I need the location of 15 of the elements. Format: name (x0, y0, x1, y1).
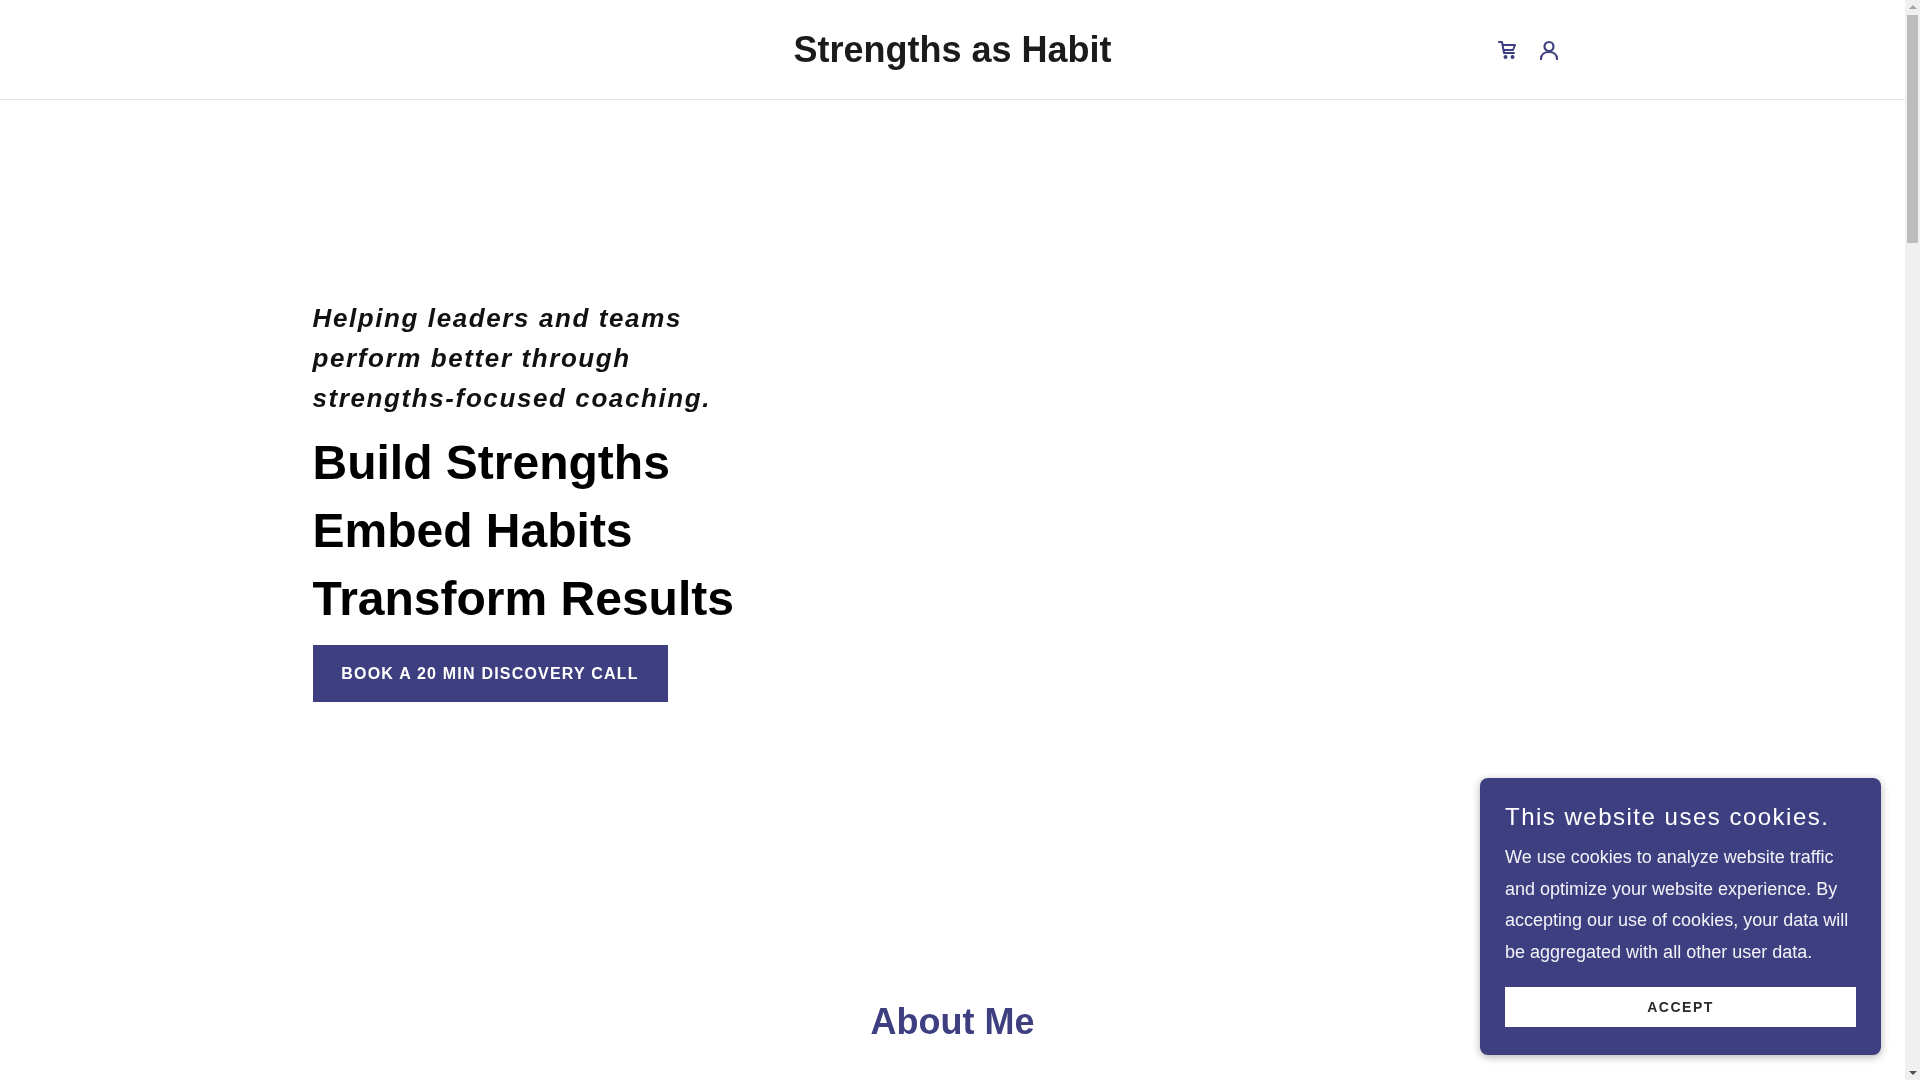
about-heading: About Me (870, 1000, 1035, 1044)
hero-headline: Embed Habits (312, 503, 633, 559)
hero-headline: Transform Results (312, 571, 734, 627)
site-title[interactable]: Strengths as Habit (793, 27, 1112, 72)
accept-button[interactable]: ACCEPT (1505, 987, 1856, 1027)
scroll-down-icon[interactable] (1908, 1071, 1917, 1075)
cookie-message: We use cookies to analyze website traffic and optimize your website experience. By accepting our use of cookies, your data will be aggregated with all other user data. (1505, 846, 1850, 964)
hero-headline: Build Strengths (312, 435, 670, 491)
cart-icon[interactable] (1497, 39, 1518, 60)
scrollbar-thumb[interactable] (1907, 15, 1918, 243)
scrollbar[interactable] (1905, 0, 1920, 1080)
book-call-button[interactable]: BOOK A 20 MIN DISCOVERY CALL (312, 645, 668, 702)
cookie-title: This website uses cookies. (1505, 802, 1831, 832)
hero-tagline: Helping leaders and teams perform better through strengths-focused coaching. (312, 302, 713, 415)
user-icon[interactable] (1538, 39, 1559, 60)
